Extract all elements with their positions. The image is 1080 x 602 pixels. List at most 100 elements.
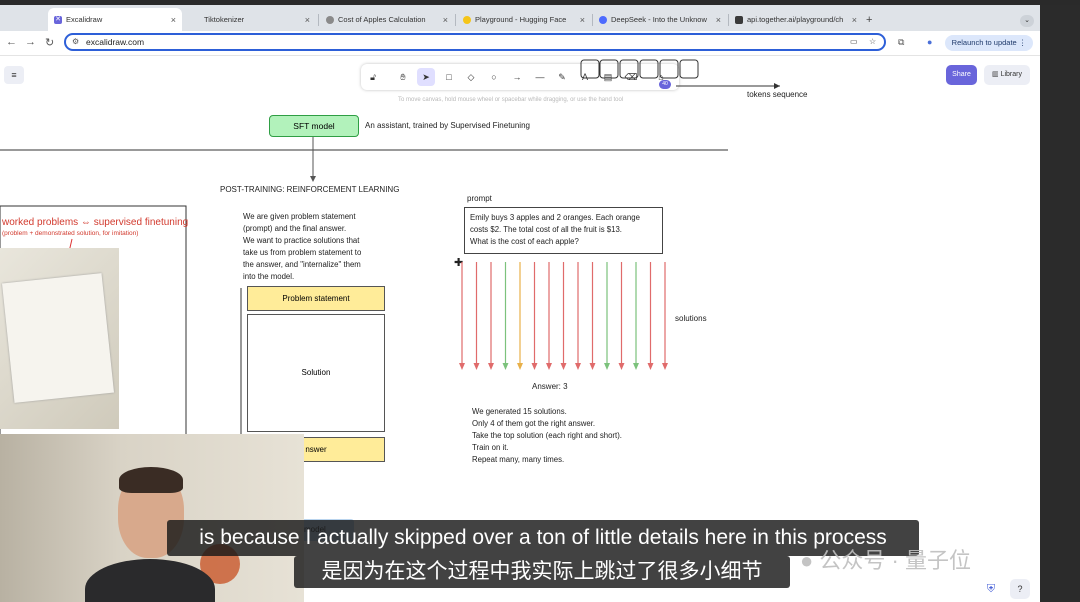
person-hair bbox=[119, 467, 183, 493]
text-line: take us from problem statement to bbox=[243, 248, 362, 257]
solution-arrowhead bbox=[604, 363, 610, 370]
solution-arrowhead bbox=[560, 363, 567, 370]
solution-arrowhead bbox=[488, 363, 494, 370]
tokens-arrowhead bbox=[774, 83, 780, 89]
solution-arrowhead bbox=[473, 363, 480, 370]
browser-toolbar: ← → ↻ ⚙ excalidraw.com ▭ ☆ ⧉ ● Relaunch … bbox=[0, 31, 1040, 56]
watermark: ● 公众号 · 量子位 bbox=[800, 543, 971, 575]
problem-statement-label: Problem statement bbox=[282, 294, 350, 303]
text-line: We are given problem statement bbox=[243, 212, 356, 221]
solution-arrowhead bbox=[575, 363, 581, 370]
token-box bbox=[659, 59, 679, 79]
tab-separator bbox=[455, 14, 456, 26]
help-icon[interactable]: ? bbox=[1010, 579, 1030, 599]
prompt-line: Emily buys 3 apples and 2 oranges. Each … bbox=[470, 213, 640, 222]
prompt-box: Emily buys 3 apples and 2 oranges. Each … bbox=[464, 207, 663, 254]
shield-icon[interactable]: ⛨ bbox=[982, 580, 1000, 598]
excalidraw-favicon-icon: ✕ bbox=[54, 15, 62, 24]
relaunch-label: Relaunch to update bbox=[951, 38, 1017, 47]
text-line: Train on it. bbox=[472, 443, 509, 452]
tab-separator bbox=[318, 14, 319, 26]
tab-search-button[interactable]: ⌄ bbox=[1020, 15, 1034, 27]
text-line: Only 4 of them got the right answer. bbox=[472, 419, 596, 428]
text-line: the answer, and "internalize" them bbox=[243, 260, 361, 269]
post-training-title: POST-TRAINING: REINFORCEMENT LEARNING bbox=[220, 185, 400, 194]
token-box bbox=[679, 59, 699, 79]
solution-arrowhead bbox=[647, 363, 654, 370]
close-tab-icon[interactable]: × bbox=[580, 15, 585, 25]
webcam-video bbox=[0, 434, 304, 602]
address-bar[interactable]: ⚙ excalidraw.com ▭ ☆ bbox=[64, 33, 886, 51]
tiktokenizer-favicon-icon bbox=[192, 16, 200, 24]
tab-tiktokenizer[interactable]: Tiktokenizer × bbox=[186, 8, 316, 31]
close-tab-icon[interactable]: × bbox=[852, 15, 857, 25]
tab-excalidraw[interactable]: ✕ Excalidraw × bbox=[48, 8, 182, 31]
tokens-sequence-label: tokens sequence bbox=[747, 90, 808, 99]
token-box bbox=[599, 59, 619, 79]
back-arrow-icon[interactable]: ← bbox=[6, 36, 17, 48]
solution-label: Solution bbox=[301, 368, 331, 377]
tab-label: DeepSeek - Into the Unknow bbox=[611, 15, 707, 24]
close-tab-icon[interactable]: × bbox=[443, 15, 448, 25]
url-text: excalidraw.com bbox=[86, 37, 145, 47]
prompt-line: What is the cost of each apple? bbox=[470, 237, 579, 246]
worked-problems-subtitle: (problem + demonstrated solution, for im… bbox=[2, 230, 139, 237]
token-box bbox=[580, 59, 600, 79]
site-info-icon[interactable]: ⚙ bbox=[72, 37, 79, 46]
text-line: Take the top solution (each right and sh… bbox=[472, 431, 622, 440]
together-favicon-icon bbox=[735, 15, 743, 24]
solution-arrowhead bbox=[589, 363, 596, 370]
close-tab-icon[interactable]: × bbox=[716, 15, 721, 25]
solution-arrowhead bbox=[633, 363, 639, 370]
browser-tab-strip: ✕ Excalidraw × Tiktokenizer × Cost of Ap… bbox=[0, 5, 1040, 31]
reload-icon[interactable]: ↻ bbox=[45, 36, 54, 49]
sft-model-label: SFT model bbox=[293, 121, 335, 131]
bookmark-star-icon[interactable]: ☆ bbox=[869, 37, 876, 46]
forward-arrow-icon[interactable]: → bbox=[25, 36, 36, 48]
token-box bbox=[639, 59, 659, 79]
tab-cost-of-apples[interactable]: Cost of Apples Calculation × bbox=[320, 8, 454, 31]
generated-summary-text: We generated 15 solutions. Only 4 of the… bbox=[472, 406, 622, 466]
new-tab-button[interactable]: + bbox=[866, 14, 872, 26]
worked-problems-title: worked problems ⇔ supervised finetuning bbox=[2, 217, 189, 228]
profile-avatar-icon[interactable]: ● bbox=[927, 37, 932, 47]
tab-label: Playground - Hugging Face bbox=[475, 15, 567, 24]
solution-arrowhead bbox=[618, 363, 625, 370]
textbook-page bbox=[2, 273, 114, 403]
sft-arrowhead bbox=[310, 176, 316, 182]
tab-label: Tiktokenizer bbox=[204, 15, 245, 24]
prompt-line: costs $2. The total cost of all the frui… bbox=[470, 225, 622, 234]
close-tab-icon[interactable]: × bbox=[305, 15, 310, 25]
solution-arrowhead bbox=[546, 363, 552, 370]
solution-arrowhead bbox=[517, 363, 523, 370]
sft-model-box: SFT model bbox=[269, 115, 359, 137]
extensions-icon[interactable]: ⧉ bbox=[898, 37, 904, 48]
tab-hugging-face[interactable]: Playground - Hugging Face × bbox=[457, 8, 591, 31]
text-line: We generated 15 solutions. bbox=[472, 407, 567, 416]
solution-arrowhead bbox=[502, 363, 509, 370]
desktop-background bbox=[1040, 5, 1080, 602]
solution-arrowhead bbox=[459, 363, 465, 370]
install-app-icon[interactable]: ▭ bbox=[850, 37, 858, 46]
solution-arrows bbox=[459, 262, 668, 370]
tab-label: Cost of Apples Calculation bbox=[338, 15, 426, 24]
tab-deepseek[interactable]: DeepSeek - Into the Unknow × bbox=[593, 8, 727, 31]
tab-label: Excalidraw bbox=[66, 15, 103, 24]
textbook-photo bbox=[0, 248, 119, 429]
text-line: We want to practice solutions that bbox=[243, 236, 360, 245]
problem-statement-box: Problem statement bbox=[247, 286, 385, 311]
tab-together-ai[interactable]: api.together.ai/playground/ch × bbox=[729, 8, 863, 31]
solution-box: Solution bbox=[247, 314, 385, 432]
chinese-subtitle: 是因为在这个过程中我实际上跳过了很多小细节 bbox=[294, 556, 790, 588]
token-box bbox=[619, 59, 639, 79]
app-root: ✕ Excalidraw × Tiktokenizer × Cost of Ap… bbox=[0, 0, 1080, 602]
chat-favicon-icon bbox=[326, 15, 334, 24]
close-tab-icon[interactable]: × bbox=[171, 15, 176, 25]
watermark-text: 公众号 · 量子位 bbox=[819, 548, 971, 573]
relaunch-button[interactable]: Relaunch to update ⋮ bbox=[945, 35, 1033, 51]
tab-label: api.together.ai/playground/ch bbox=[747, 15, 844, 24]
sft-description: An assistant, trained by Supervised Fine… bbox=[365, 121, 530, 130]
answer-label: Answer: 3 bbox=[532, 382, 568, 391]
wechat-icon: ● bbox=[800, 548, 814, 573]
hugging-face-favicon-icon bbox=[463, 15, 471, 24]
